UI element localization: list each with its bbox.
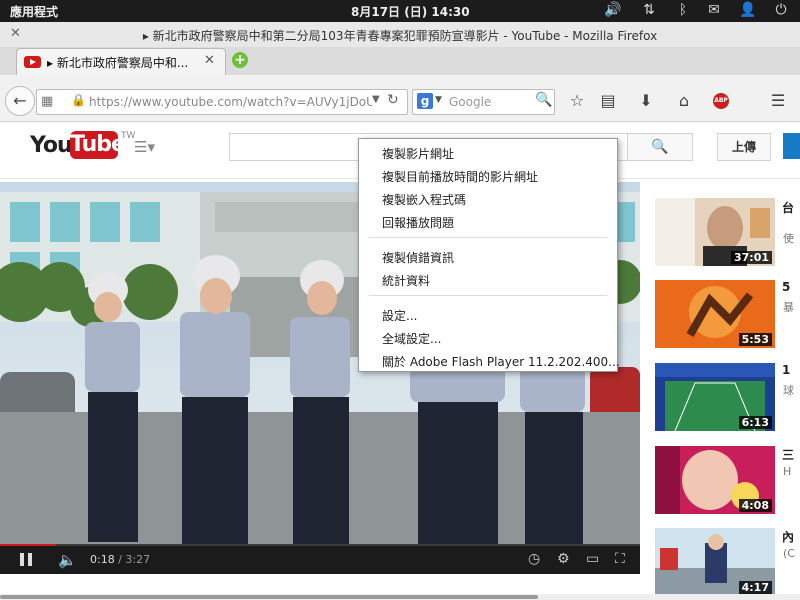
video-duration: 37:01 [730,251,772,264]
bookmarks-menu-icon[interactable]: ▤ [597,91,619,110]
scrollbar-thumb[interactable] [0,595,538,599]
tab-label: ▸ 新北市政府警察局中和... [47,56,189,70]
back-button[interactable]: ← [5,86,35,116]
upload-button[interactable]: 上傳 [717,133,771,161]
search-engine-dropdown-icon[interactable]: ▼ [435,95,442,105]
related-video-meta: 球 [783,384,794,397]
power-icon[interactable]: ⏻ [772,2,790,18]
pause-button[interactable] [20,553,24,566]
window-title-bar: ✕ ▸ 新北市政府警察局中和第二分局103年青春專案犯罪預防宣導影片 - You… [0,22,800,48]
player-controls: 🔈 0:18 / 3:27 ◷ ⚙ ▭ ⛶ [0,546,640,574]
search-icon: 🔍 [651,139,669,155]
related-video-meta: H [783,465,792,478]
menu-item-report-playback-issue[interactable]: 回報播放問題 [382,214,454,231]
lock-icon[interactable]: 🔒 [71,93,86,107]
google-engine-icon[interactable]: g [417,93,433,109]
flash-context-menu: 複製影片網址 複製目前播放時間的影片網址 複製嵌入程式碼 回報播放問題 複製偵錯… [358,138,620,372]
horizontal-scrollbar[interactable] [0,594,800,600]
duration: / 3:27 [118,553,151,566]
mail-icon[interactable]: ✉ [705,2,723,18]
related-video-meta: 暴 [783,301,794,314]
menu-separator [369,237,607,238]
time-display: 0:18 / 3:27 [90,553,150,566]
search-placeholder[interactable]: Google [449,95,491,109]
search-bar[interactable]: g ▼ Google 🔍 [412,89,555,115]
fullscreen-icon[interactable]: ⛶ [615,551,625,567]
youtube-logo-you[interactable]: You [30,133,73,158]
related-video-thumbnail[interactable]: 6:13 [655,363,775,431]
current-time: 0:18 [90,553,115,566]
related-video-title[interactable]: 1 [782,363,790,377]
related-video-thumbnail[interactable]: 37:01 [655,198,775,266]
new-tab-button[interactable]: + [232,52,248,68]
back-arrow-icon: ← [13,91,27,110]
youtube-logo-tube[interactable]: Tube [70,131,126,159]
related-video-thumbnail[interactable]: 5:53 [655,280,775,348]
video-duration: 4:17 [738,581,772,594]
video-duration: 5:53 [738,333,772,346]
menu-item-global-settings[interactable]: 全域設定... [382,330,441,347]
watch-later-icon[interactable]: ◷ [528,551,540,567]
url-history-dropdown-icon[interactable]: ▼ [372,94,380,105]
related-video-meta: 使 [783,232,794,245]
search-icon[interactable]: 🔍 [535,92,552,108]
video-duration: 6:13 [738,416,772,429]
menu-item-stats[interactable]: 統計資料 [382,272,430,289]
youtube-search-button[interactable]: 🔍 [627,133,693,161]
volume-icon[interactable]: 🔊 [604,2,622,18]
url-text[interactable]: https://www.youtube.com/watch?v=AUVy1jDo… [89,95,372,109]
youtube-favicon-icon [24,56,41,68]
guide-menu-icon[interactable]: ☰▾ [134,138,155,156]
menu-item-about-flash[interactable]: 關於 Adobe Flash Player 11.2.202.400... [382,353,620,370]
related-video-title[interactable]: 三 [782,446,794,463]
menu-item-copy-embed-code[interactable]: 複製嵌入程式碼 [382,191,466,208]
site-identity-icon[interactable]: ▦ [41,94,53,109]
related-video-title[interactable]: 台 [782,199,794,216]
adblock-icon[interactable]: ABP [713,93,729,109]
related-video-title[interactable]: 內 [782,528,794,545]
network-icon[interactable]: ⇅ [640,2,658,18]
video-duration: 4:08 [738,499,772,512]
window-title: ▸ 新北市政府警察局中和第二分局103年青春專案犯罪預防宣導影片 - YouTu… [142,29,658,43]
related-video-thumbnail[interactable]: 4:17 [655,528,775,596]
system-top-bar: 應用程式 8月17日 (日) 14:30 🔊 ⇅ ᛒ ✉ 👤 ⏻ [0,0,800,22]
downloads-icon[interactable]: ⬇ [635,91,657,110]
related-video-title[interactable]: 5 [782,280,790,294]
tab-close-button[interactable]: ✕ [204,53,215,68]
settings-gear-icon[interactable]: ⚙ [557,551,570,567]
clock[interactable]: 8月17日 (日) 14:30 [351,3,470,20]
reload-icon[interactable]: ↻ [387,92,399,108]
menu-hamburger-icon[interactable]: ☰ [767,91,789,110]
related-video-thumbnail[interactable]: 4:08 [655,446,775,514]
tab-youtube-video[interactable]: ▸ 新北市政府警察局中和... ✕ [16,48,226,75]
menu-item-copy-debug-info[interactable]: 複製偵錯資訊 [382,249,454,266]
menu-separator [369,295,607,296]
menu-item-settings[interactable]: 設定... [382,307,417,324]
related-video-meta: (C [783,547,795,560]
user-icon[interactable]: 👤 [739,2,757,18]
sign-in-button[interactable] [783,133,800,159]
url-bar[interactable]: ▦ 🔒 https://www.youtube.com/watch?v=AUVy… [36,89,408,115]
menu-item-copy-url-at-time[interactable]: 複製目前播放時間的影片網址 [382,168,538,185]
home-icon[interactable]: ⌂ [673,91,695,110]
applications-menu[interactable]: 應用程式 [10,3,58,20]
bluetooth-icon[interactable]: ᛒ [674,2,692,18]
theater-mode-icon[interactable]: ▭ [586,551,599,567]
bookmark-star-icon[interactable]: ☆ [566,91,588,110]
volume-icon[interactable]: 🔈 [58,551,77,569]
menu-item-copy-video-url[interactable]: 複製影片網址 [382,145,454,162]
